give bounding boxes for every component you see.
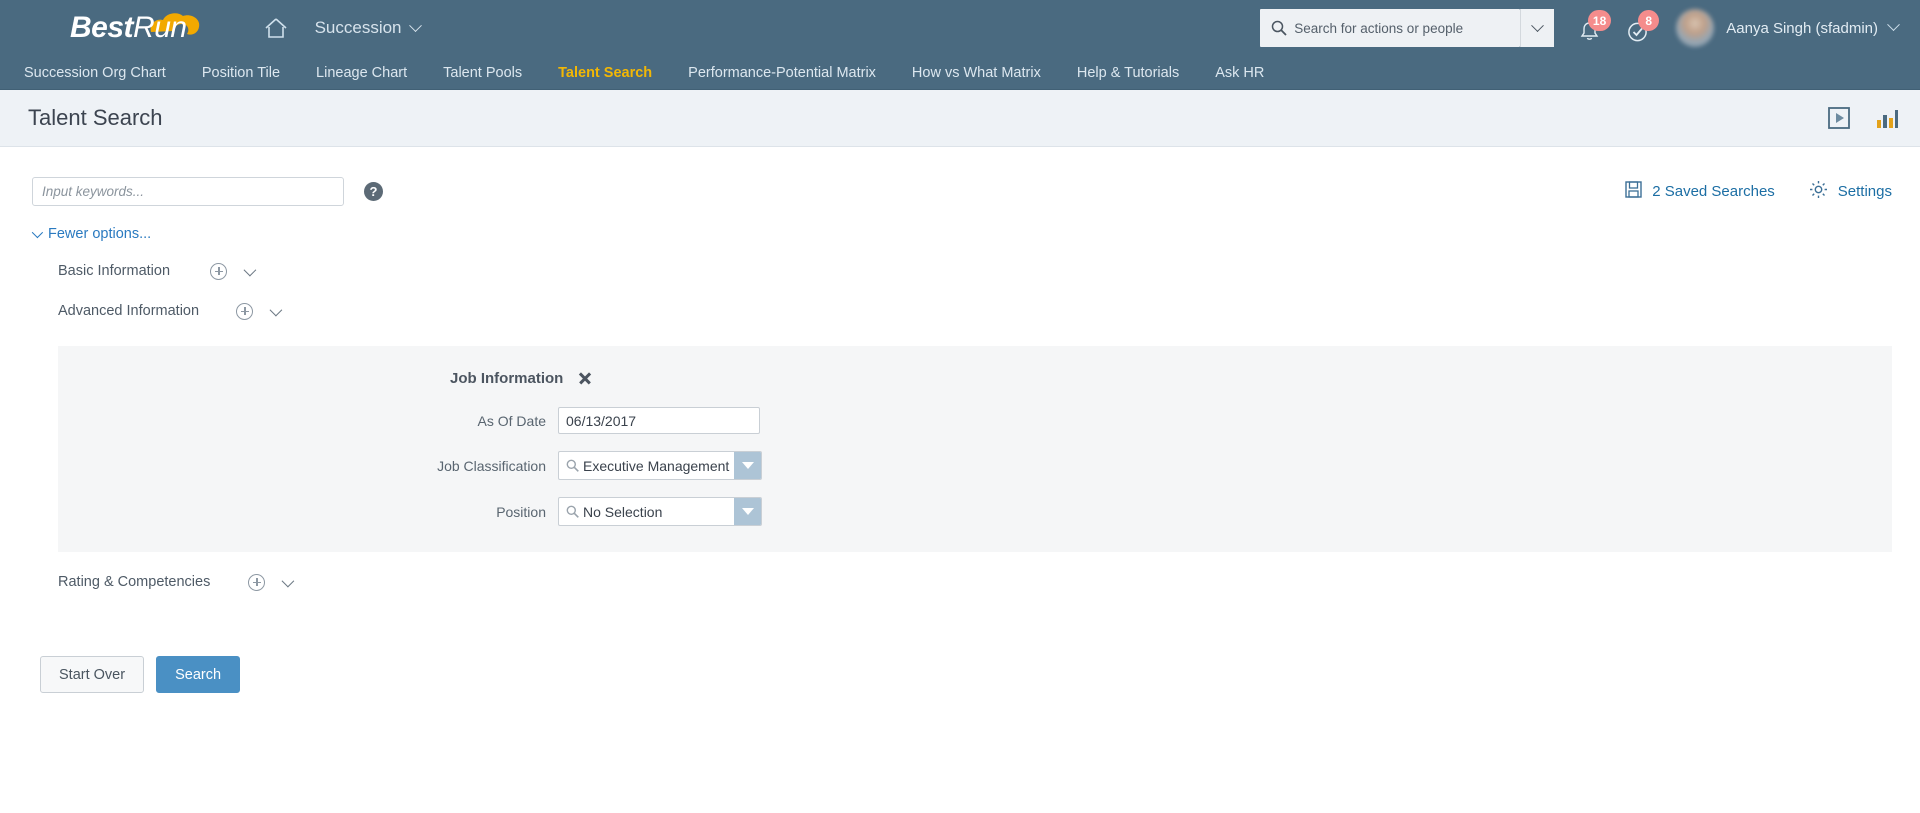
section-basic-information[interactable]: Basic Information bbox=[58, 259, 1920, 283]
field-label: As Of Date bbox=[477, 412, 546, 429]
bar-chart-icon[interactable] bbox=[1876, 107, 1898, 129]
talent-search-content: ? 2 Saved Searches Settings Fewer option… bbox=[0, 147, 1920, 813]
page-title-bar: Talent Search bbox=[0, 90, 1920, 147]
field-as-of-date: As Of Date bbox=[58, 407, 1892, 434]
nav-item-talent-search[interactable]: Talent Search bbox=[558, 56, 652, 90]
triangle-down-icon bbox=[741, 462, 754, 469]
module-menu[interactable]: Succession bbox=[314, 18, 422, 38]
todo-badge: 8 bbox=[1638, 10, 1660, 31]
search-input[interactable] bbox=[32, 177, 344, 206]
global-search-dropdown[interactable] bbox=[1520, 9, 1555, 47]
nav-item-lineage-chart[interactable]: Lineage Chart bbox=[316, 56, 407, 90]
job-information-header: Job Information bbox=[450, 366, 1892, 390]
nav-item-help-tutorials[interactable]: Help & Tutorials bbox=[1077, 56, 1179, 90]
position-value: No Selection bbox=[583, 503, 663, 520]
position-picker[interactable]: No Selection bbox=[558, 497, 762, 526]
todo-button[interactable]: 8 bbox=[1624, 10, 1660, 43]
nav-item-how-vs-what-matrix[interactable]: How vs What Matrix bbox=[912, 56, 1041, 90]
close-icon[interactable] bbox=[577, 370, 593, 386]
chevron-down-icon[interactable] bbox=[269, 303, 283, 316]
section-label: Advanced Information bbox=[58, 303, 200, 319]
question-mark-icon[interactable]: ? bbox=[364, 182, 383, 201]
add-rating-competencies-icon[interactable] bbox=[248, 573, 265, 591]
search-icon bbox=[566, 459, 579, 472]
action-buttons: Start Over Search bbox=[40, 656, 1920, 693]
nav-item-succession-org-chart[interactable]: Succession Org Chart bbox=[24, 56, 166, 90]
main-navigation: Succession Org Chart Position Tile Linea… bbox=[0, 56, 1920, 90]
search-icon bbox=[1271, 20, 1287, 36]
module-menu-label: Succession bbox=[314, 18, 402, 37]
chevron-down-icon bbox=[31, 226, 44, 239]
user-menu-chevron-down-icon[interactable] bbox=[1887, 18, 1900, 37]
nav-item-position-tile[interactable]: Position Tile bbox=[202, 56, 280, 90]
saved-searches-label: 2 Saved Searches bbox=[1652, 183, 1775, 200]
job-information-panel: Job Information As Of Date Job Classific… bbox=[58, 346, 1892, 552]
notifications-badge: 18 bbox=[1587, 10, 1612, 31]
page-title-actions bbox=[1828, 107, 1898, 129]
triangle-down-icon bbox=[741, 508, 754, 515]
global-search-placeholder: Search for actions or people bbox=[1294, 20, 1464, 36]
field-label: Job Classification bbox=[437, 457, 546, 474]
job-classification-dropdown-button[interactable] bbox=[734, 452, 761, 479]
nav-item-performance-potential-matrix[interactable]: Performance-Potential Matrix bbox=[688, 56, 876, 90]
saved-searches-button[interactable]: 2 Saved Searches bbox=[1625, 181, 1775, 202]
section-label: Rating & Competencies bbox=[58, 574, 211, 590]
nav-item-ask-hr[interactable]: Ask HR bbox=[1215, 56, 1264, 90]
bestrun-logo[interactable]: BestRun bbox=[70, 8, 199, 48]
logo-text: BestRun bbox=[70, 11, 187, 44]
save-icon bbox=[1625, 181, 1642, 202]
user-name[interactable]: Aanya Singh (sfadmin) bbox=[1726, 20, 1878, 37]
home-icon[interactable] bbox=[263, 15, 289, 41]
saved-and-settings-group: 2 Saved Searches Settings bbox=[1625, 180, 1892, 203]
field-job-classification: Job Classification Executive Management … bbox=[58, 451, 1892, 480]
search-button[interactable]: Search bbox=[156, 656, 241, 693]
top-header-bar: BestRun Succession Search for actions or… bbox=[0, 0, 1920, 56]
fewer-options-label: Fewer options... bbox=[48, 226, 152, 242]
fewer-options-toggle[interactable]: Fewer options... bbox=[31, 226, 152, 242]
chevron-down-icon bbox=[1531, 18, 1545, 32]
search-icon bbox=[566, 505, 579, 518]
chevron-down-icon bbox=[408, 18, 422, 32]
avatar[interactable] bbox=[1676, 9, 1715, 47]
play-icon[interactable] bbox=[1828, 107, 1850, 129]
add-advanced-information-icon[interactable] bbox=[236, 302, 253, 320]
field-label: Position bbox=[496, 503, 546, 520]
header-right-group: Search for actions or people 18 8 Aanya … bbox=[1260, 9, 1902, 47]
section-advanced-information[interactable]: Advanced Information bbox=[58, 299, 1920, 323]
job-classification-picker[interactable]: Executive Management ( bbox=[558, 451, 762, 480]
section-rating-competencies[interactable]: Rating & Competencies bbox=[58, 570, 1920, 594]
chevron-down-icon[interactable] bbox=[243, 263, 257, 276]
start-over-button[interactable]: Start Over bbox=[40, 656, 145, 693]
add-basic-information-icon[interactable] bbox=[210, 262, 227, 280]
page-title: Talent Search bbox=[28, 105, 163, 130]
notifications-button[interactable]: 18 bbox=[1576, 10, 1612, 43]
keyword-search-row: ? 2 Saved Searches Settings bbox=[0, 177, 1920, 206]
job-classification-value: Executive Management ( bbox=[583, 457, 734, 474]
section-label: Basic Information bbox=[58, 263, 171, 279]
gear-icon bbox=[1809, 180, 1828, 203]
settings-label: Settings bbox=[1837, 183, 1892, 200]
job-information-title: Job Information bbox=[450, 369, 564, 387]
nav-item-talent-pools[interactable]: Talent Pools bbox=[443, 56, 522, 90]
global-search-input[interactable]: Search for actions or people bbox=[1260, 9, 1521, 47]
field-position: Position No Selection bbox=[58, 497, 1892, 526]
settings-button[interactable]: Settings bbox=[1809, 180, 1892, 203]
chevron-down-icon[interactable] bbox=[281, 574, 295, 587]
as-of-date-input[interactable] bbox=[558, 407, 760, 434]
position-dropdown-button[interactable] bbox=[734, 498, 761, 525]
